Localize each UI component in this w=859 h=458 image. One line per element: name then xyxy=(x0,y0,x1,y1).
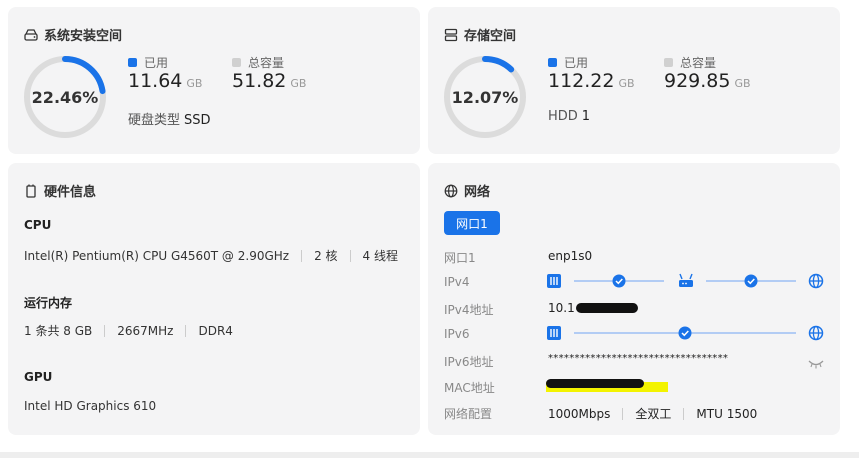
total-label: 总容量 xyxy=(248,56,285,70)
system-disk-total-legend: 总容量 xyxy=(232,54,284,71)
total-dot xyxy=(232,58,241,67)
duplex-mode: 全双工 xyxy=(635,407,672,421)
hardware-title-row: 硬件信息 xyxy=(24,181,96,200)
memory-type: DDR4 xyxy=(198,323,233,338)
network-title: 网络 xyxy=(464,185,491,200)
mtu-value: MTU 1500 xyxy=(696,406,758,421)
memory-size: 1 条共 8 GB xyxy=(24,324,93,338)
storage-total-value: 929.85 GB xyxy=(664,70,751,92)
link-speed: 1000Mbps xyxy=(548,406,611,421)
globe-icon xyxy=(444,184,458,198)
used-number: 112.22 xyxy=(548,70,615,92)
redaction-scribble xyxy=(575,303,638,313)
network-config-label: 网络配置 xyxy=(444,407,493,421)
memory-info: 1 条共 8 GB 2667MHz DDR4 xyxy=(24,322,233,339)
total-number: 929.85 xyxy=(664,70,731,92)
system-disk-title-row: 系统安装空间 xyxy=(24,25,122,44)
cpu-cores: 2 核 xyxy=(314,249,338,263)
ipv4-address-text: 10.1 xyxy=(548,301,575,315)
disk-type-label: HDD xyxy=(548,109,578,124)
cpu-info: Intel(R) Pentium(R) CPU G4560T @ 2.90GHz… xyxy=(24,247,398,264)
storage-title: 存储空间 xyxy=(464,29,517,44)
system-disk-type: 硬盘类型 SSD xyxy=(128,109,211,128)
eye-closed-icon[interactable] xyxy=(808,354,824,373)
storage-disk-type: HDD 1 xyxy=(548,109,590,124)
used-dot xyxy=(548,58,557,67)
network-card: 网络 网口1 网口1 enp1s0 IPv4 IPv4地址 10.1 IPv6 xyxy=(428,163,840,435)
used-label: 已用 xyxy=(564,56,589,70)
mac-address-redaction xyxy=(546,376,668,398)
hard-drive-icon xyxy=(24,28,38,42)
divider xyxy=(683,407,685,420)
total-unit: GB xyxy=(290,77,307,90)
system-disk-title: 系统安装空间 xyxy=(44,29,123,44)
disk-type-value: SSD xyxy=(184,113,211,128)
divider xyxy=(622,407,624,420)
used-unit: GB xyxy=(186,77,203,90)
hardware-card: 硬件信息 CPU Intel(R) Pentium(R) CPU G4560T … xyxy=(8,163,420,435)
port-value: enp1s0 xyxy=(548,249,593,263)
memory-speed: 2667MHz xyxy=(117,323,174,338)
storage-card: 存储空间 12.07% 已用 112.22 GB 总容量 929.85 GB HDD… xyxy=(428,7,840,154)
ipv4-address-label: IPv4地址 xyxy=(444,303,494,317)
ipv6-connection-flow xyxy=(546,325,824,341)
mac-address-label: MAC地址 xyxy=(444,381,495,395)
used-number: 11.64 xyxy=(128,70,183,92)
gpu-label: GPU xyxy=(24,370,53,384)
ipv4-address-value: 10.1 xyxy=(548,301,638,315)
storage-percent: 12.07% xyxy=(451,87,519,107)
disk-count-value: 1 xyxy=(581,109,591,124)
divider xyxy=(301,249,303,262)
memory-label: 运行内存 xyxy=(24,296,73,310)
total-unit: GB xyxy=(734,77,751,90)
total-number: 51.82 xyxy=(232,70,287,92)
system-disk-card: 系统安装空间 22.46% 已用 11.64 GB 总容量 51.82 GB 硬盘类… xyxy=(8,7,420,154)
ipv4-label: IPv4 xyxy=(444,275,470,289)
storage-total-legend: 总容量 xyxy=(664,54,716,71)
system-disk-usage-ring: 22.46% xyxy=(22,54,108,140)
cpu-threads: 4 线程 xyxy=(362,249,398,263)
used-unit: GB xyxy=(618,77,635,90)
cpu-label: CPU xyxy=(24,218,52,232)
storage-title-row: 存储空间 xyxy=(444,25,516,44)
tab-port-1[interactable]: 网口1 xyxy=(444,211,500,235)
server-icon xyxy=(444,28,458,42)
disk-type-label: 硬盘类型 xyxy=(128,113,181,128)
chip-icon xyxy=(24,184,38,198)
divider xyxy=(349,249,351,262)
storage-used-legend: 已用 xyxy=(548,54,588,71)
hardware-title: 硬件信息 xyxy=(44,185,97,200)
storage-usage-ring: 12.07% xyxy=(442,54,528,140)
system-disk-total-value: 51.82 GB xyxy=(232,70,306,92)
total-label: 总容量 xyxy=(680,56,717,70)
gpu-model: Intel HD Graphics 610 xyxy=(24,399,157,413)
network-config-value: 1000Mbps 全双工 MTU 1500 xyxy=(548,405,757,422)
used-label: 已用 xyxy=(144,56,169,70)
total-dot xyxy=(664,58,673,67)
ipv6-address-label: IPv6地址 xyxy=(444,355,494,369)
storage-used-value: 112.22 GB xyxy=(548,70,635,92)
network-title-row: 网络 xyxy=(444,181,490,200)
cpu-model: Intel(R) Pentium(R) CPU G4560T @ 2.90GHz xyxy=(24,248,290,263)
ipv6-address-value: ********************************** xyxy=(548,353,729,364)
system-disk-used-legend: 已用 xyxy=(128,54,168,71)
divider xyxy=(104,324,106,337)
ipv4-connection-flow xyxy=(546,273,824,289)
system-disk-used-value: 11.64 GB xyxy=(128,70,202,92)
used-dot xyxy=(128,58,137,67)
ipv6-label: IPv6 xyxy=(444,327,470,341)
gpu-info: Intel HD Graphics 610 xyxy=(24,399,156,413)
system-disk-percent: 22.46% xyxy=(31,87,99,107)
port-label: 网口1 xyxy=(444,251,476,265)
divider xyxy=(185,324,187,337)
bottom-scroll-edge xyxy=(0,452,859,458)
